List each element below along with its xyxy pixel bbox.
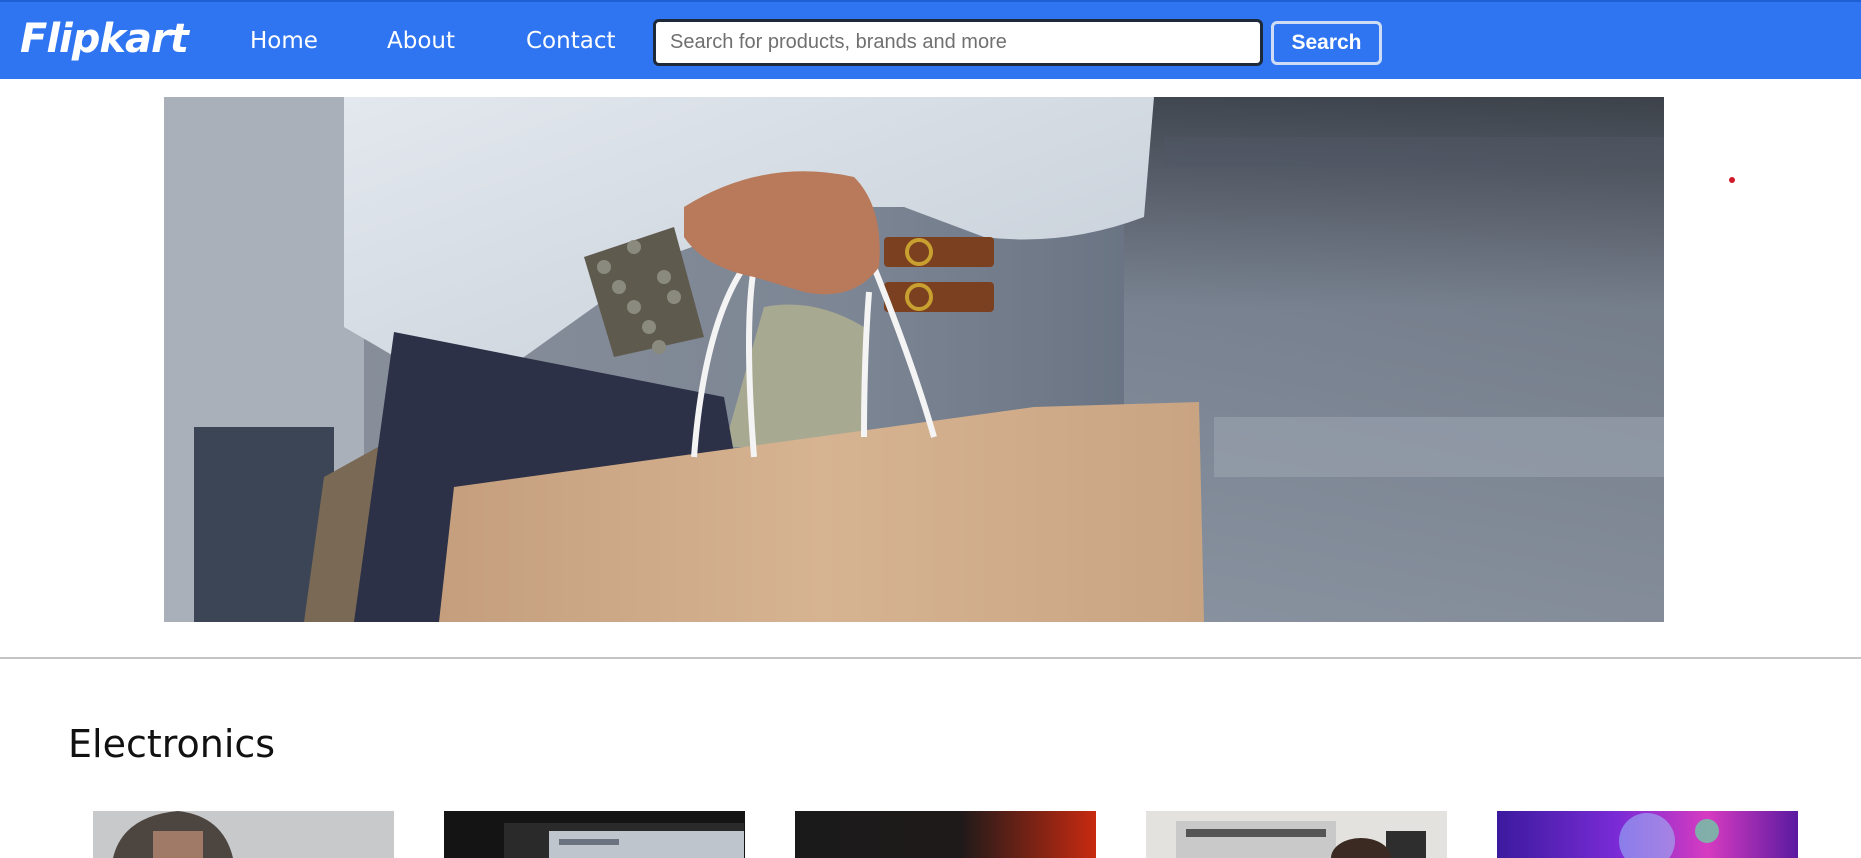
search-input[interactable]: [653, 19, 1263, 66]
studio-setup-image: [1146, 811, 1447, 858]
red-dot: [1729, 177, 1735, 183]
nav-about-link[interactable]: About: [387, 28, 455, 54]
product-card-4[interactable]: [1146, 811, 1447, 858]
nav-contact-link[interactable]: Contact: [526, 28, 615, 54]
rgb-lights-image: [1497, 811, 1798, 858]
top-navbar: Flipkart Home About Contact Search: [0, 0, 1861, 79]
computer-monitor-image: [444, 811, 745, 858]
product-card-5[interactable]: [1497, 811, 1798, 858]
person-at-desk-image: [93, 811, 394, 858]
product-card-3[interactable]: [795, 811, 1096, 858]
product-card-2[interactable]: [444, 811, 745, 858]
nav-home-link[interactable]: Home: [250, 28, 318, 54]
dark-red-gadget-image: [795, 811, 1096, 858]
search-button[interactable]: Search: [1271, 21, 1382, 65]
electronics-section-title: Electronics: [68, 722, 276, 766]
flipkart-logo[interactable]: Flipkart: [20, 16, 189, 62]
hero-banner-image: [164, 97, 1664, 622]
section-divider: [0, 657, 1861, 659]
product-card-1[interactable]: [93, 811, 394, 858]
